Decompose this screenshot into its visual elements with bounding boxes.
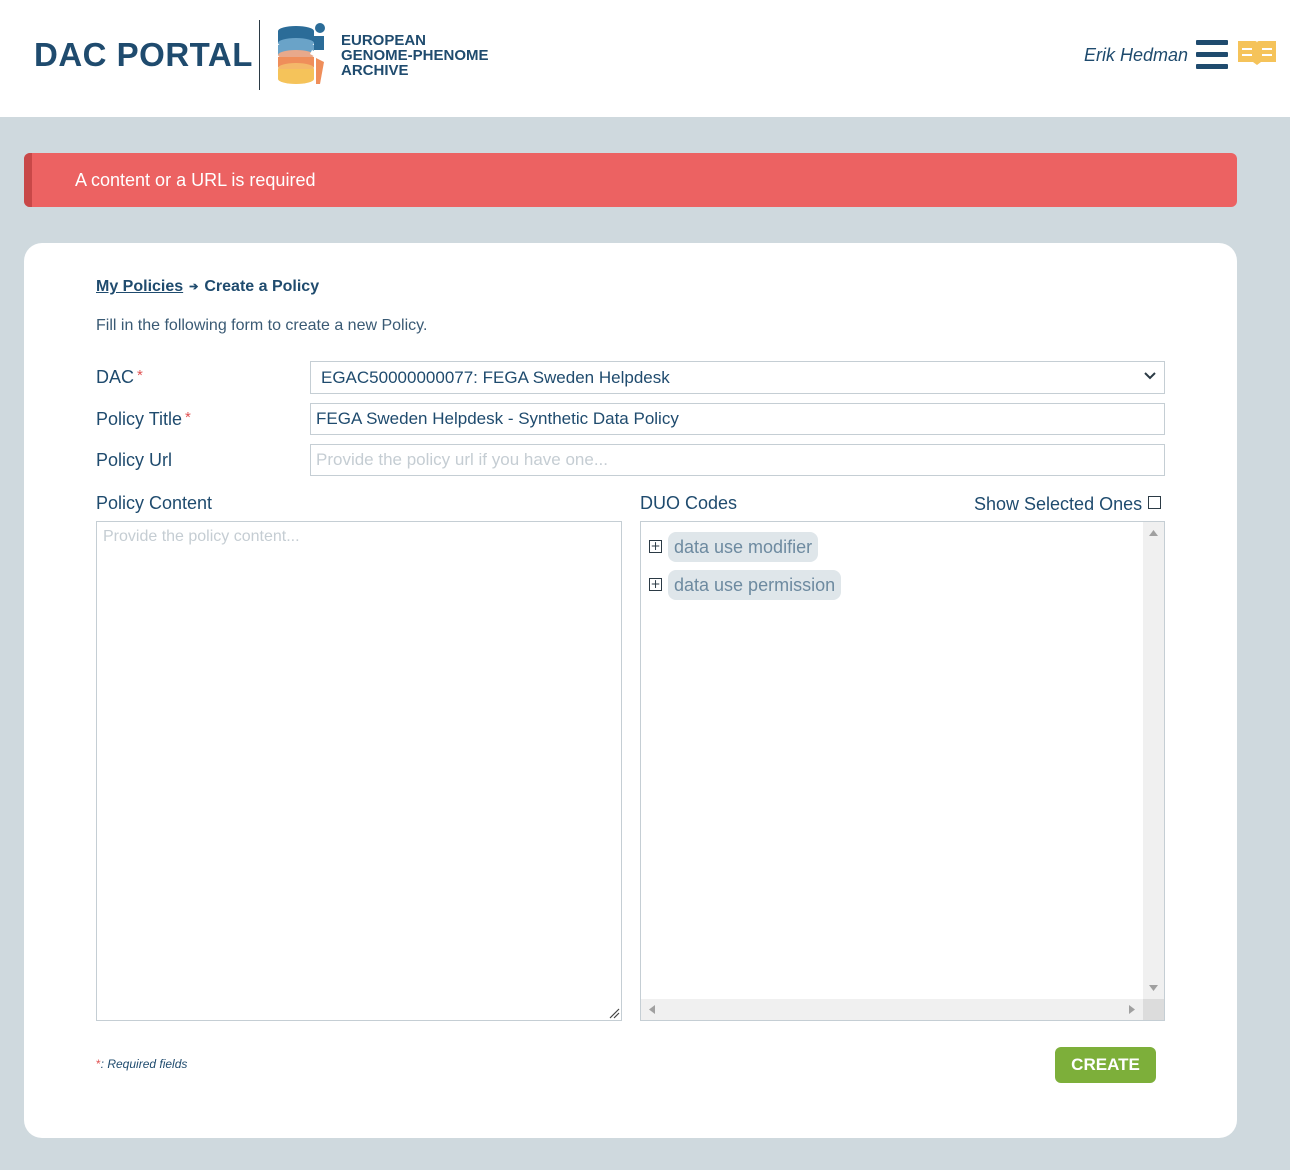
ega-wordmark-line: GENOME-PHENOME [341,47,489,64]
tree-item-label[interactable]: data use permission [668,570,842,600]
scroll-down-arrow-icon[interactable] [1149,985,1158,991]
required-asterisk: * [185,409,191,426]
scroll-right-arrow-icon[interactable] [1129,1005,1135,1014]
show-selected-label[interactable]: Show Selected Ones [974,494,1142,515]
dac-select[interactable]: EGAC50000000077: FEGA Sweden Helpdesk [310,361,1165,394]
policy-url-label: Policy Url [96,450,173,470]
dac-label-text: DAC [96,367,135,387]
policy-url-input[interactable] [310,444,1165,476]
ega-wordmark: EUROPEAN GENOME-PHENOME ARCHIVE [341,33,489,78]
scroll-up-arrow-icon[interactable] [1149,530,1158,536]
horizontal-scrollbar[interactable] [641,999,1144,1020]
create-button[interactable]: CREATE [1055,1047,1156,1083]
vertical-scrollbar[interactable] [1143,522,1164,1000]
breadcrumb-separator-icon: ➔ [189,281,199,293]
ega-logo-icon[interactable] [276,22,332,88]
ega-wordmark-line: ARCHIVE [341,62,409,79]
chevron-down-icon [1144,372,1156,380]
scroll-left-arrow-icon[interactable] [649,1005,655,1014]
policy-title-label-text: Policy Title [96,409,183,429]
tree-item-label[interactable]: data use modifier [668,532,819,562]
ega-wordmark-line: EUROPEAN [341,32,427,49]
policy-content-textarea[interactable] [96,521,622,1021]
scrollbar-corner [1143,999,1164,1020]
breadcrumb-current: Create a Policy [204,278,320,295]
required-fields-note: *: Required fields [96,1057,187,1071]
breadcrumb-my-policies-link[interactable]: My Policies [96,278,183,295]
dac-select-value: EGAC50000000077: FEGA Sweden Helpdesk [321,368,670,387]
show-selected-checkbox[interactable] [1148,496,1161,509]
expand-icon[interactable]: + [649,540,662,553]
duo-codes-label: DUO Codes [640,493,738,513]
resize-grip-icon[interactable] [609,1008,620,1019]
expand-icon[interactable]: + [649,578,662,591]
header-divider [259,20,260,90]
duo-codes-tree[interactable]: + data use modifier + data use permissio… [640,521,1165,1021]
open-book-icon[interactable] [1236,39,1278,69]
top-header: DAC PORTAL EUROPEAN GENOME-PHENOME ARCHI… [0,0,1290,117]
error-alert: A content or a URL is required [24,153,1237,207]
form-intro: Fill in the following form to create a n… [96,317,428,334]
breadcrumb: My Policies ➔ Create a Policy [96,278,319,296]
policy-title-input[interactable] [310,403,1165,435]
policy-title-label: Policy Title * [96,409,191,430]
user-name[interactable]: Erik Hedman [1084,45,1188,66]
hamburger-menu-icon[interactable] [1196,40,1228,69]
portal-title[interactable]: DAC PORTAL [34,36,253,74]
create-policy-card: My Policies ➔ Create a Policy Fill in the … [24,243,1237,1138]
required-asterisk: * [137,367,143,384]
required-fields-note-text: : Required fields [100,1057,188,1071]
error-alert-message: A content or a URL is required [75,170,316,190]
policy-content-label: Policy Content [96,493,213,513]
dac-label: DAC * [96,367,143,388]
